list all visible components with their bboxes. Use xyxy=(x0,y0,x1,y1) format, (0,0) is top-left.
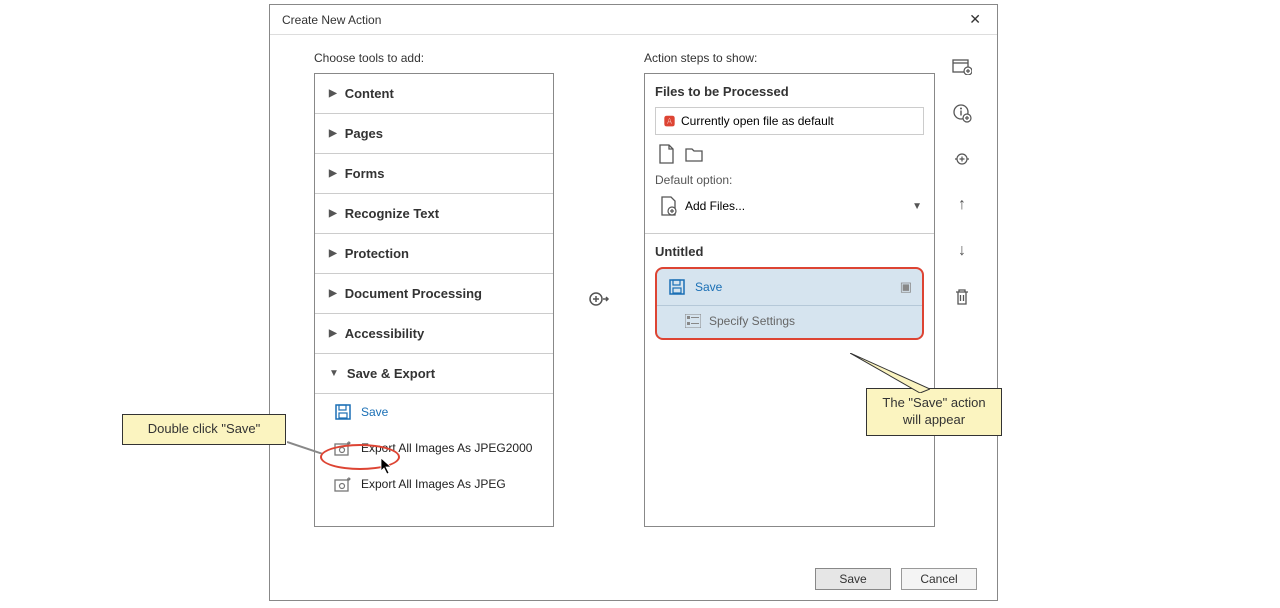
tool-export-jpeg2000[interactable]: Export All Images As JPEG2000 xyxy=(315,430,553,466)
chevron-right-icon: ▶ xyxy=(329,248,337,259)
tool-export-jpeg[interactable]: Export All Images As JPEG xyxy=(315,466,553,502)
specify-settings[interactable]: Specify Settings xyxy=(657,305,922,338)
tools-label: Choose tools to add: xyxy=(314,51,554,65)
cursor-icon xyxy=(380,457,394,475)
cat-pages[interactable]: ▶Pages xyxy=(315,114,553,154)
tools-panel: Choose tools to add: ▶Content ▶Pages ▶Fo… xyxy=(314,51,554,547)
chevron-right-icon: ▶ xyxy=(329,128,337,139)
new-divider-icon[interactable] xyxy=(950,147,974,171)
callout-double-click: Double click "Save" xyxy=(122,414,286,445)
folder-icon[interactable] xyxy=(683,143,705,165)
chevron-right-icon: ▶ xyxy=(329,88,337,99)
prompt-icon[interactable]: ▣ xyxy=(900,279,912,295)
steps-label: Action steps to show: xyxy=(644,51,935,65)
move-up-icon[interactable]: ↑ xyxy=(950,193,974,217)
cancel-button[interactable]: Cancel xyxy=(901,568,977,590)
new-file-icon[interactable] xyxy=(655,143,677,165)
cat-content[interactable]: ▶Content xyxy=(315,74,553,114)
cat-accessibility[interactable]: ▶Accessibility xyxy=(315,314,553,354)
chevron-right-icon: ▶ xyxy=(329,288,337,299)
tool-list[interactable]: ▶Content ▶Pages ▶Forms ▶Recognize Text ▶… xyxy=(314,73,554,527)
default-option-label: Default option: xyxy=(655,173,924,187)
dialog-title: Create New Action xyxy=(282,13,381,27)
cat-protection[interactable]: ▶Protection xyxy=(315,234,553,274)
steps-box: Files to be Processed 🅰 Currently open f… xyxy=(644,73,935,527)
delete-icon[interactable] xyxy=(950,285,974,309)
cat-doc-processing[interactable]: ▶Document Processing xyxy=(315,274,553,314)
settings-list-icon xyxy=(685,314,701,328)
tool-save[interactable]: Save xyxy=(315,394,553,430)
step-save[interactable]: Save ▣ Specify Settings xyxy=(655,267,924,340)
untitled-heading: Untitled xyxy=(655,244,924,259)
callout-save-appears: The "Save" action will appear xyxy=(866,388,1002,436)
cat-recognize-text[interactable]: ▶Recognize Text xyxy=(315,194,553,234)
pdf-icon: 🅰 xyxy=(664,113,675,129)
new-instruction-icon[interactable] xyxy=(950,101,974,125)
export-icon xyxy=(333,474,353,494)
steps-panel: Action steps to show: Files to be Proces… xyxy=(644,51,935,547)
move-down-icon[interactable]: ↓ xyxy=(950,239,974,263)
dropdown-arrow-icon: ▼ xyxy=(912,201,922,212)
close-icon[interactable]: ✕ xyxy=(961,7,989,32)
chevron-right-icon: ▶ xyxy=(329,168,337,179)
save-button[interactable]: Save xyxy=(815,568,891,590)
side-toolbar: ↑ ↓ xyxy=(947,51,977,547)
add-files-dropdown[interactable]: Add Files... ▼ xyxy=(655,191,924,221)
cat-forms[interactable]: ▶Forms xyxy=(315,154,553,194)
save-icon xyxy=(333,402,353,422)
chevron-down-icon: ▼ xyxy=(329,368,339,379)
chevron-right-icon: ▶ xyxy=(329,208,337,219)
new-panel-icon[interactable] xyxy=(950,55,974,79)
files-heading: Files to be Processed xyxy=(655,84,924,99)
cat-save-export[interactable]: ▼Save & Export xyxy=(315,354,553,394)
create-action-dialog: Create New Action ✕ Choose tools to add:… xyxy=(269,4,998,601)
export-icon xyxy=(333,438,353,458)
default-file-row[interactable]: 🅰 Currently open file as default xyxy=(655,107,924,135)
middle-gap xyxy=(554,51,644,547)
add-step-button[interactable] xyxy=(585,285,613,313)
save-icon xyxy=(667,277,687,297)
divider xyxy=(645,233,934,234)
chevron-right-icon: ▶ xyxy=(329,328,337,339)
titlebar: Create New Action ✕ xyxy=(270,5,997,35)
add-file-icon xyxy=(657,195,679,217)
